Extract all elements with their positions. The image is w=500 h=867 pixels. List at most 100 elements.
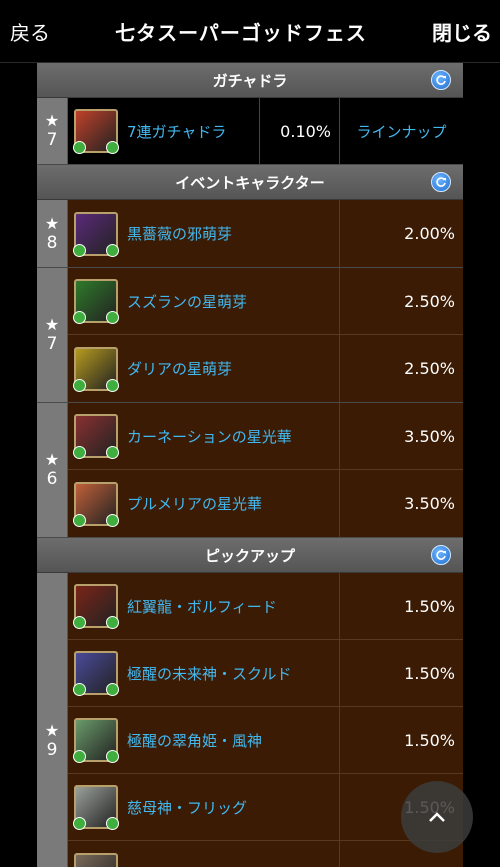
name-cell: 極醒の未来神・スクルド xyxy=(68,640,340,706)
attribute-orb-icon xyxy=(73,750,86,763)
star-icon: ★ xyxy=(44,315,60,334)
refresh-icon[interactable] xyxy=(431,172,451,192)
name-cell: プルメリアの星光華 xyxy=(68,470,340,537)
drop-rate: 1.50% xyxy=(404,663,455,683)
attribute-orb-icon xyxy=(106,446,119,459)
monster-thumbnail[interactable] xyxy=(73,414,119,459)
rarity-value: 6 xyxy=(46,469,58,489)
monster-name-link[interactable]: 極醒の翠角姫・風神 xyxy=(127,730,262,751)
close-button[interactable]: 閉じる xyxy=(432,17,492,46)
list-item[interactable]: カーネーションの星光華 3.50% xyxy=(68,403,463,470)
drop-rate: 2.50% xyxy=(404,359,455,378)
rarity-column: ★ 8 xyxy=(37,200,68,267)
list-item[interactable]: 7連ガチャドラ 0.10% ラインナップ xyxy=(68,98,463,164)
section-header: ピックアップ xyxy=(37,538,463,573)
monster-name-link[interactable]: プルメリアの星光華 xyxy=(127,493,262,514)
attribute-orb-icon xyxy=(106,513,119,527)
section-title: ピックアップ xyxy=(204,546,295,565)
lineup-link[interactable]: ラインナップ xyxy=(340,121,463,142)
monster-name-link[interactable]: 紅翼龍・ボルフィード xyxy=(127,596,277,617)
list-item[interactable]: 極醒の翠角姫・風神 1.50% xyxy=(68,707,463,774)
name-cell: 7連ガチャドラ xyxy=(68,98,260,164)
list-item[interactable]: 黒薔薇の邪萌芽 2.00% xyxy=(68,200,463,267)
monster-thumbnail[interactable] xyxy=(73,651,119,696)
drop-rate: 0.10% xyxy=(260,98,340,164)
monster-name-link[interactable]: カーネーションの星光華 xyxy=(127,426,292,447)
attribute-orb-icon xyxy=(106,616,119,629)
monster-thumbnail[interactable] xyxy=(73,211,119,257)
name-cell: 黒薔薇の邪萌芽 xyxy=(68,200,340,267)
rarity-value: 7 xyxy=(46,334,58,354)
attribute-orb-icon xyxy=(73,513,86,527)
attribute-orb-icon xyxy=(106,750,119,763)
drop-rate: 1.50% xyxy=(404,596,455,616)
list-item[interactable]: 解機竜・カルキノス1.50% xyxy=(68,841,463,867)
name-cell: 解機竜・カルキノス xyxy=(68,841,340,867)
refresh-icon[interactable] xyxy=(431,545,451,565)
monster-thumbnail[interactable] xyxy=(74,852,118,867)
attribute-orb-icon xyxy=(73,141,86,154)
monster-thumbnail[interactable] xyxy=(73,109,119,154)
monster-thumbnail[interactable] xyxy=(73,279,119,324)
rarity-group: ★ 6 カーネーションの星光華 3.50% プルメリアの星光華 3.50% xyxy=(37,403,463,538)
drop-rate: 2.50% xyxy=(404,291,455,311)
attribute-orb-icon xyxy=(106,378,119,392)
section-title: イベントキャラクター xyxy=(175,173,325,192)
attribute-orb-icon xyxy=(73,243,86,257)
attribute-orb-icon xyxy=(73,311,86,324)
list-item[interactable]: スズランの星萌芽 2.50% xyxy=(68,268,463,335)
monster-thumbnail[interactable] xyxy=(73,718,119,763)
star-icon: ★ xyxy=(44,213,60,233)
gacha-rate-list[interactable]: ガチャドラ ★ 7 7連ガチャドラ 0.10% ラインナップ イベントキャラクター ★ 8 黒薔薇… xyxy=(37,63,463,867)
monster-thumbnail[interactable] xyxy=(73,346,119,392)
rarity-column: ★ 9 xyxy=(37,573,68,867)
section-header: イベントキャラクター xyxy=(37,165,463,200)
attribute-orb-icon xyxy=(73,817,86,830)
name-cell: 紅翼龍・ボルフィード xyxy=(68,573,340,639)
refresh-icon[interactable] xyxy=(431,70,451,90)
rows: カーネーションの星光華 3.50% プルメリアの星光華 3.50% xyxy=(68,403,463,537)
attribute-orb-icon xyxy=(73,378,86,392)
monster-name-link[interactable]: 7連ガチャドラ xyxy=(127,121,226,142)
name-cell: ダリアの星萌芽 xyxy=(68,335,340,402)
drop-rate: 3.50% xyxy=(404,426,455,446)
rarity-group: ★ 7 7連ガチャドラ 0.10% ラインナップ xyxy=(37,98,463,165)
chevron-up-icon xyxy=(429,812,445,822)
rarity-value: 9 xyxy=(46,739,58,760)
attribute-orb-icon xyxy=(106,311,119,324)
monster-thumbnail[interactable] xyxy=(73,584,119,629)
monster-name-link[interactable]: ダリアの星萌芽 xyxy=(127,358,232,379)
rarity-column: ★ 7 xyxy=(37,268,68,402)
monster-name-link[interactable]: 極醒の未来神・スクルド xyxy=(127,663,292,684)
rows: 7連ガチャドラ 0.10% ラインナップ xyxy=(68,98,463,164)
name-cell: カーネーションの星光華 xyxy=(68,403,340,469)
attribute-orb-icon xyxy=(106,683,119,696)
name-cell: 極醒の翠角姫・風神 xyxy=(68,707,340,773)
rows: スズランの星萌芽 2.50% ダリアの星萌芽 2.50% xyxy=(68,268,463,402)
monster-name-link[interactable]: 慈母神・フリッグ xyxy=(127,797,247,818)
list-item[interactable]: 紅翼龍・ボルフィード 1.50% xyxy=(68,573,463,640)
scroll-top-button[interactable] xyxy=(401,781,473,853)
name-cell: 慈母神・フリッグ xyxy=(68,774,340,840)
attribute-orb-icon xyxy=(73,683,86,696)
attribute-orb-icon xyxy=(73,446,86,459)
top-bar: 戻る 七タスーパーゴッドフェス 閉じる xyxy=(0,0,500,63)
attribute-orb-icon xyxy=(106,243,119,257)
drop-rate: 3.50% xyxy=(404,494,455,513)
monster-name-link[interactable]: スズランの星萌芽 xyxy=(127,291,247,312)
back-button[interactable]: 戻る xyxy=(10,17,50,46)
attribute-orb-icon xyxy=(73,616,86,629)
list-item[interactable]: プルメリアの星光華 3.50% xyxy=(68,470,463,537)
monster-thumbnail[interactable] xyxy=(73,785,119,830)
monster-name-link[interactable]: 黒薔薇の邪萌芽 xyxy=(127,223,232,244)
attribute-orb-icon xyxy=(106,141,119,154)
list-item[interactable]: 極醒の未来神・スクルド 1.50% xyxy=(68,640,463,707)
list-item[interactable]: ダリアの星萌芽 2.50% xyxy=(68,335,463,402)
rarity-value: 8 xyxy=(46,232,58,253)
name-cell: スズランの星萌芽 xyxy=(68,268,340,334)
rarity-group: ★ 8 黒薔薇の邪萌芽 2.00% xyxy=(37,200,463,268)
rows: 黒薔薇の邪萌芽 2.00% xyxy=(68,200,463,267)
rarity-group: ★ 9 紅翼龍・ボルフィード 1.50% 極醒の未来神・スクルド 1.50% 極醒の翠角姫・… xyxy=(37,573,463,867)
rarity-group: ★ 7 スズランの星萌芽 2.50% ダリアの星萌芽 2.50% xyxy=(37,268,463,403)
monster-thumbnail[interactable] xyxy=(73,481,119,527)
